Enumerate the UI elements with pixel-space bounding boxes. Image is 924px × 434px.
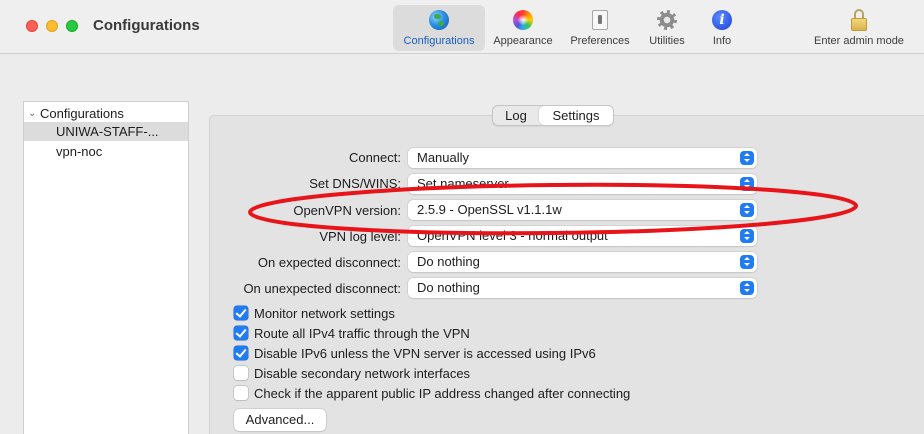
toolbar-utilities[interactable]: Utilities: [643, 5, 691, 51]
connect-value: Manually: [417, 150, 470, 165]
popup-stepper-icon: [740, 281, 754, 295]
sidebar-item-vpn-noc[interactable]: vpn-noc: [24, 142, 188, 161]
checkbox-checked[interactable]: [234, 326, 248, 340]
toolbar-utilities-label: Utilities: [649, 35, 685, 47]
dns-label: Set DNS/WINS:: [309, 176, 401, 191]
disable-secondary-interfaces-checkbox[interactable]: Disable secondary network interfaces: [234, 365, 470, 381]
globe-icon: [428, 9, 450, 31]
checkbox-label: Check if the apparent public IP address …: [254, 385, 631, 401]
checkbox-label: Disable IPv6 unless the VPN server is ac…: [254, 345, 596, 361]
checkbox-label: Monitor network settings: [254, 305, 395, 321]
sidebar-root-configurations[interactable]: ⌄ Configurations: [24, 104, 188, 123]
checkbox-checked[interactable]: [234, 306, 248, 320]
openvpn-version-value: 2.5.9 - OpenSSL v1.1.1w: [417, 202, 562, 217]
unexpected-disconnect-popup[interactable]: Do nothing: [408, 278, 757, 298]
connect-label: Connect:: [348, 150, 401, 165]
window-title: Configurations: [93, 17, 200, 34]
unexpected-disconnect-value: Do nothing: [417, 280, 480, 295]
lock-icon: [848, 9, 870, 31]
configurations-list: ⌄ Configurations UNIWA-STAFF-... vpn-noc: [23, 101, 189, 434]
toolbar-info[interactable]: i Info: [705, 5, 739, 51]
openvpn-version-label: OpenVPN version:: [293, 203, 401, 218]
expected-disconnect-value: Do nothing: [417, 254, 480, 269]
tab-selector: Log Settings: [492, 105, 614, 126]
sidebar-item-label: vpn-noc: [56, 144, 103, 159]
tab-settings[interactable]: Settings: [539, 106, 613, 125]
popup-stepper-icon: [740, 177, 754, 191]
expected-disconnect-label: On expected disconnect:: [257, 255, 401, 270]
dns-popup[interactable]: Set nameserver: [408, 174, 757, 194]
chevron-down-icon[interactable]: ⌄: [28, 104, 36, 123]
expected-disconnect-popup[interactable]: Do nothing: [408, 252, 757, 272]
toolbar-info-label: Info: [712, 35, 732, 47]
toolbar-configurations[interactable]: Configurations: [393, 5, 485, 51]
info-icon: i: [711, 9, 733, 31]
toolbar-appearance-label: Appearance: [493, 35, 553, 47]
tab-log[interactable]: Log: [493, 106, 539, 125]
gear-icon: [656, 9, 678, 31]
checkbox-unchecked[interactable]: [234, 366, 248, 380]
sidebar-item-uniwa-staff[interactable]: UNIWA-STAFF-...: [24, 122, 188, 141]
disable-ipv6-checkbox[interactable]: Disable IPv6 unless the VPN server is ac…: [234, 345, 596, 361]
monitor-network-checkbox[interactable]: Monitor network settings: [234, 305, 395, 321]
checkbox-label: Disable secondary network interfaces: [254, 365, 471, 381]
checkbox-unchecked[interactable]: [234, 386, 248, 400]
sidebar-item-label: UNIWA-STAFF-...: [56, 124, 159, 139]
close-window-button[interactable]: [26, 20, 38, 32]
toolbar-preferences[interactable]: Preferences: [566, 5, 634, 51]
connect-popup[interactable]: Manually: [408, 148, 757, 168]
zoom-window-button[interactable]: [66, 20, 78, 32]
log-level-label: VPN log level:: [319, 229, 401, 244]
popup-stepper-icon: [740, 151, 754, 165]
minimize-window-button[interactable]: [46, 20, 58, 32]
toolbar-appearance[interactable]: Appearance: [488, 5, 558, 51]
sidebar-root-label: Configurations: [40, 106, 124, 121]
toolbar-preferences-label: Preferences: [570, 35, 630, 47]
checkbox-checked[interactable]: [234, 346, 248, 360]
checkbox-label: Route all IPv4 traffic through the VPN: [254, 325, 470, 341]
check-public-ip-checkbox[interactable]: Check if the apparent public IP address …: [234, 385, 630, 401]
log-level-popup[interactable]: OpenVPN level 3 - normal output: [408, 226, 757, 246]
route-ipv4-checkbox[interactable]: Route all IPv4 traffic through the VPN: [234, 325, 470, 341]
toolbar: Configurations Configurations Appearance…: [0, 0, 924, 54]
advanced-button[interactable]: Advanced...: [234, 409, 326, 431]
log-level-value: OpenVPN level 3 - normal output: [417, 228, 608, 243]
dns-value: Set nameserver: [417, 176, 509, 191]
color-wheel-icon: [512, 9, 534, 31]
popup-stepper-icon: [740, 255, 754, 269]
toolbar-admin-label: Enter admin mode: [814, 35, 904, 47]
toolbar-admin-mode[interactable]: Enter admin mode: [808, 5, 910, 51]
popup-stepper-icon: [740, 203, 754, 217]
popup-stepper-icon: [740, 229, 754, 243]
toolbar-configurations-label: Configurations: [403, 35, 475, 47]
unexpected-disconnect-label: On unexpected disconnect:: [243, 281, 401, 296]
switch-icon: [589, 9, 611, 31]
openvpn-version-popup[interactable]: 2.5.9 - OpenSSL v1.1.1w: [408, 200, 757, 220]
